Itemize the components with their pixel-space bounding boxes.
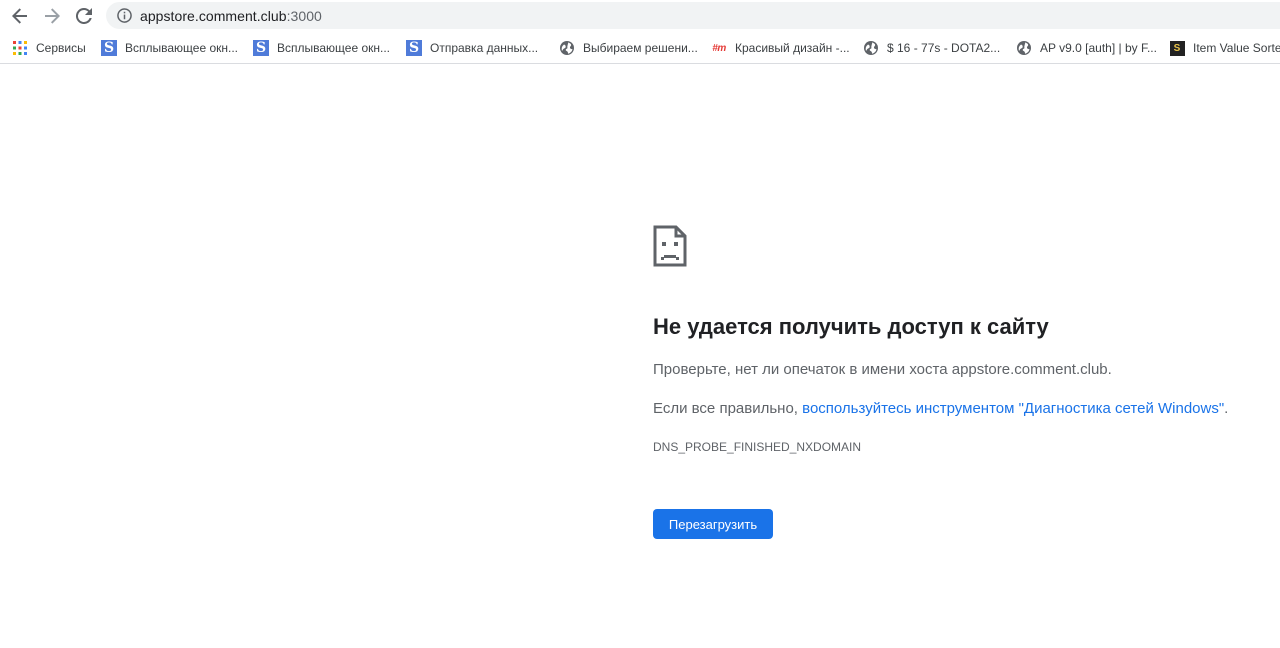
s-favicon-icon: S bbox=[406, 40, 422, 56]
bookmark-label: Item Value Sorter bbox=[1193, 41, 1280, 55]
apps-grid-icon bbox=[12, 40, 28, 56]
bookmark-label: Всплывающее окн... bbox=[125, 41, 239, 55]
bookmark-item[interactable]: $ 16 - 77s - DOTA2... bbox=[863, 37, 1000, 59]
s-favicon-icon: S bbox=[101, 40, 117, 56]
reload-icon bbox=[76, 8, 92, 24]
bookmark-label: AP v9.0 [auth] | by F... bbox=[1040, 41, 1157, 55]
bookmark-item[interactable]: S Item Value Sorter bbox=[1169, 37, 1280, 59]
bookmark-item[interactable]: S Всплывающее окн... bbox=[253, 37, 390, 59]
browser-toolbar: appstore.comment.club:3000 bbox=[0, 0, 1280, 32]
error-title: Не удается получить доступ к сайту bbox=[653, 314, 1049, 339]
info-icon[interactable] bbox=[116, 8, 132, 24]
bookmark-label: Отправка данных... bbox=[430, 41, 539, 55]
url-host: appstore.comment.club bbox=[140, 7, 287, 24]
bookmarks-bar: Сервисы S Всплывающее окн... S Всплывающ… bbox=[0, 33, 1280, 64]
bookmark-item[interactable]: S Отправка данных... bbox=[406, 37, 538, 59]
bookmark-label: Всплывающее окн... bbox=[277, 41, 391, 55]
suggestion-suffix: . bbox=[1224, 400, 1229, 417]
globe-icon bbox=[559, 40, 575, 56]
globe-icon bbox=[1016, 40, 1032, 56]
bookmark-services[interactable]: Сервисы bbox=[12, 37, 86, 59]
url-port: :3000 bbox=[286, 7, 322, 24]
forward-button[interactable] bbox=[40, 4, 64, 28]
globe-icon bbox=[863, 40, 879, 56]
sad-page-icon bbox=[653, 225, 687, 267]
bookmark-label: Выбираем решени... bbox=[583, 41, 698, 55]
bookmark-item[interactable]: Выбираем решени... bbox=[559, 37, 698, 59]
address-bar[interactable]: appstore.comment.club:3000 bbox=[106, 2, 1280, 29]
bookmark-item[interactable]: AP v9.0 [auth] | by F... bbox=[1016, 37, 1157, 59]
url-text: appstore.comment.club:3000 bbox=[140, 8, 322, 24]
error-suggestion: Если все правильно, воспользуйтесь инстр… bbox=[653, 400, 1228, 417]
reload-page-button[interactable]: Перезагрузить bbox=[653, 509, 773, 539]
arrow-right-icon bbox=[45, 8, 60, 24]
arrow-left-icon bbox=[12, 8, 27, 24]
m-favicon-icon: #m bbox=[712, 42, 726, 54]
bookmark-item[interactable]: S Всплывающее окн... bbox=[101, 37, 238, 59]
bookmark-label: $ 16 - 77s - DOTA2... bbox=[887, 41, 1001, 55]
back-button[interactable] bbox=[8, 4, 32, 28]
network-diagnostics-link[interactable]: воспользуйтесь инструментом "Диагностика… bbox=[802, 400, 1224, 417]
item-favicon-icon: S bbox=[1169, 40, 1185, 56]
bookmark-label: Красивый дизайн -... bbox=[735, 41, 850, 55]
error-code: DNS_PROBE_FINISHED_NXDOMAIN bbox=[653, 440, 862, 454]
s-favicon-icon: S bbox=[253, 40, 269, 56]
error-hint-text: Проверьте, нет ли опечаток в имени хоста… bbox=[653, 361, 1112, 378]
bookmark-item[interactable]: #m Красивый дизайн -... bbox=[711, 37, 850, 59]
suggestion-prefix: Если все правильно, bbox=[653, 400, 803, 417]
bookmark-label: Сервисы bbox=[36, 41, 86, 55]
reload-button[interactable] bbox=[72, 4, 96, 28]
